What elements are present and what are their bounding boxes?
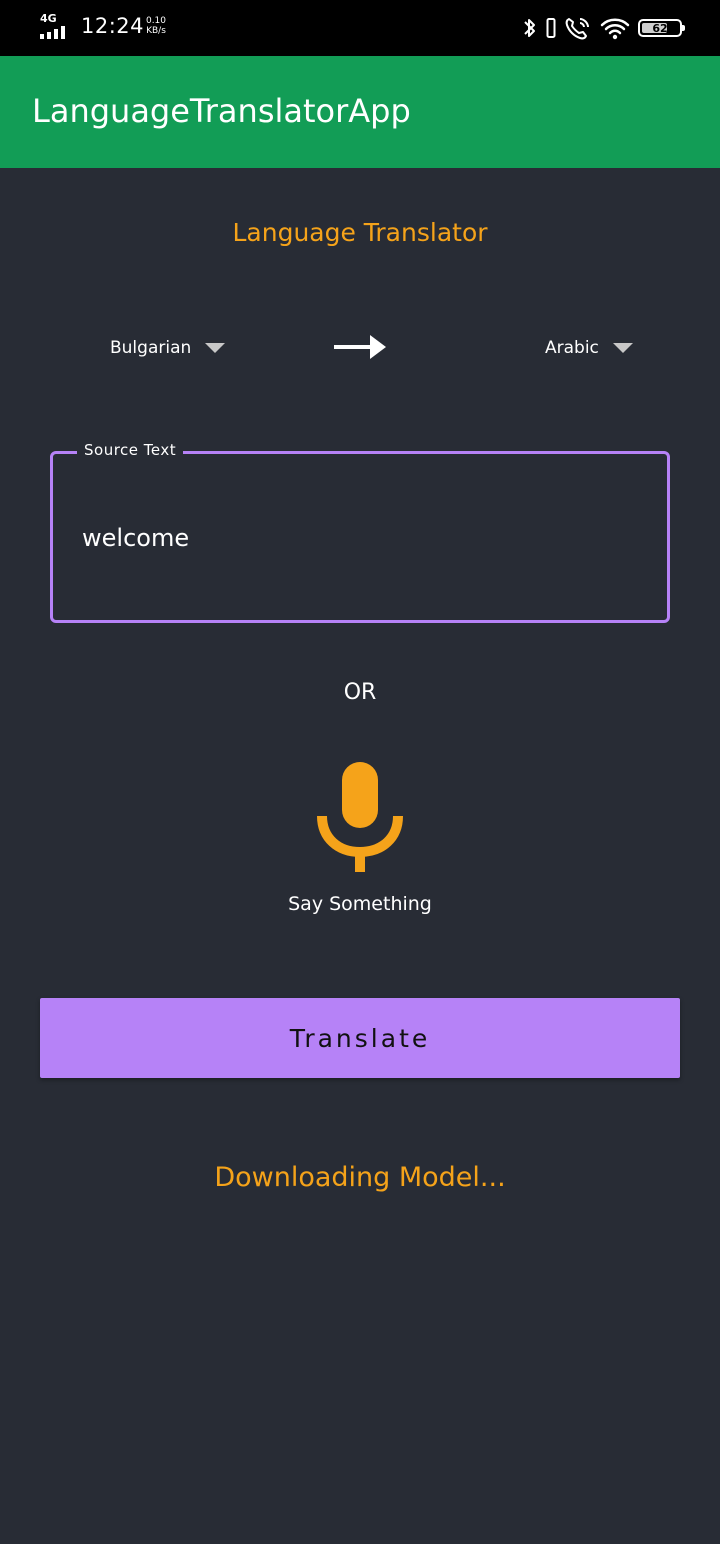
arrow-right-icon (334, 335, 386, 359)
status-bar: 4G 12:24 0.10 KB/s 62 (0, 0, 720, 56)
screen-heading: Language Translator (232, 218, 488, 247)
chevron-down-icon (205, 343, 226, 353)
wifi-calling-icon (565, 18, 589, 40)
target-language-dropdown[interactable]: Arabic (545, 334, 633, 362)
source-text-label: Source Text (77, 441, 184, 459)
vibrate-icon (546, 18, 556, 38)
battery-level: 62 (652, 21, 668, 35)
chevron-down-icon (612, 343, 633, 353)
status-icons: 62 (522, 14, 685, 42)
source-language-dropdown[interactable]: Bulgarian (110, 334, 226, 362)
source-language-label: Bulgarian (110, 338, 192, 358)
or-divider: OR (343, 680, 377, 705)
network-speed: 0.10 KB/s (143, 16, 169, 36)
signal-icon (40, 26, 65, 39)
translate-button[interactable]: Translate (40, 998, 680, 1078)
network-type: 4G (40, 12, 57, 25)
source-text-field[interactable]: Source Text (50, 441, 670, 623)
wifi-icon (600, 18, 630, 40)
source-text-input[interactable] (82, 524, 622, 552)
battery-icon: 62 (638, 19, 685, 37)
clock: 12:24 (81, 14, 145, 38)
target-language-label: Arabic (545, 338, 599, 358)
network-speed-value: 0.10 (145, 16, 167, 26)
say-something-label: Say Something (288, 893, 432, 915)
microphone-icon[interactable] (316, 760, 404, 874)
network-speed-unit: KB/s (146, 26, 166, 36)
bluetooth-icon (524, 19, 535, 37)
app-bar: LanguageTranslatorApp (0, 56, 720, 168)
app-title: LanguageTranslatorApp (32, 92, 411, 130)
translation-status: Downloading Model... (214, 1162, 506, 1193)
